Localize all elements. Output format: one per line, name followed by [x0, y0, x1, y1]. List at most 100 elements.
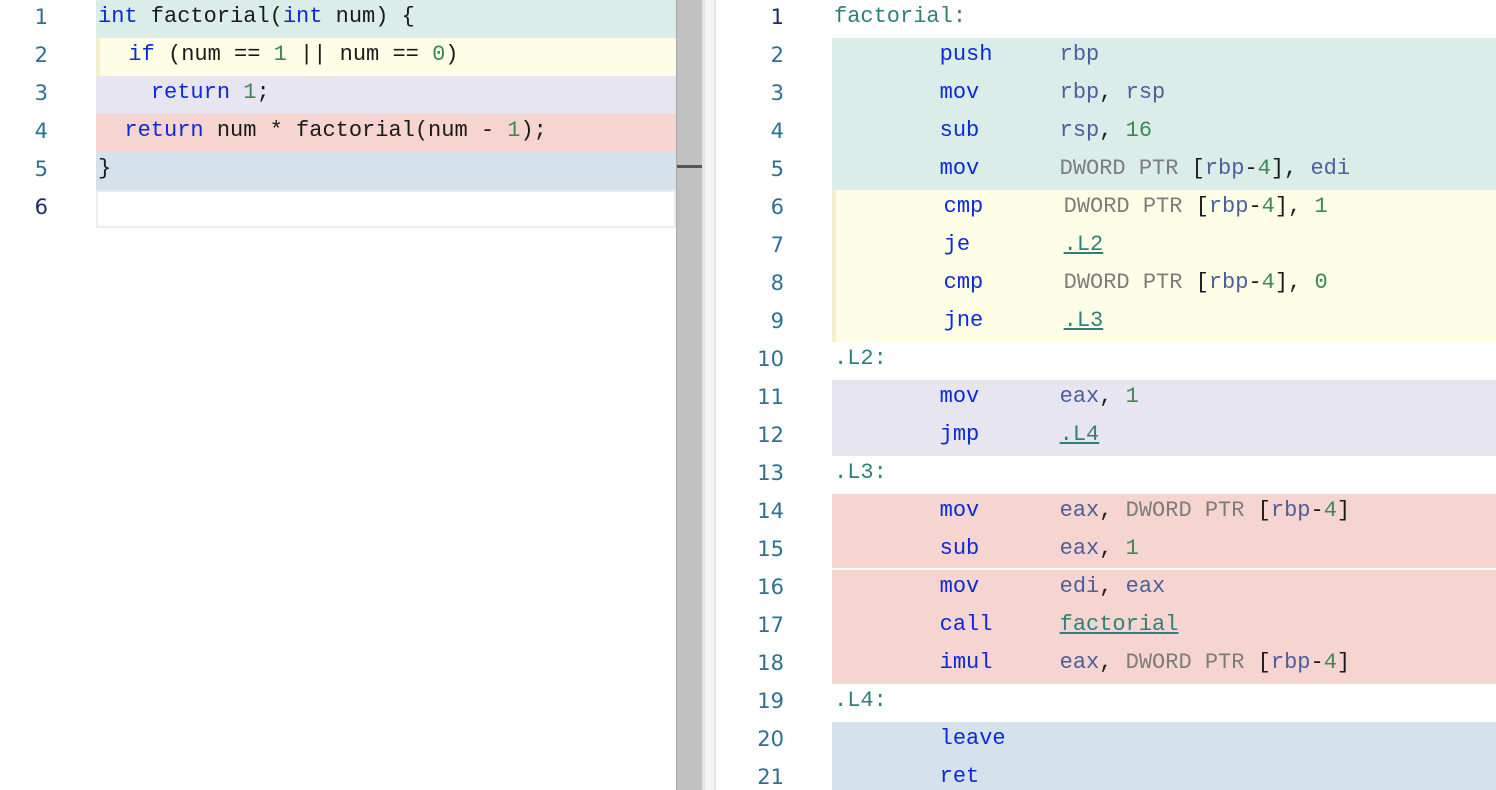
- line-number: 11: [757, 385, 784, 409]
- assembly-line: 10 .L2:: [716, 342, 1496, 380]
- assembly-line-code[interactable]: sub rsp, 16: [832, 114, 1496, 152]
- source-line-code[interactable]: if (num == 1 || num == 0): [96, 38, 676, 76]
- assembly-line: 8 cmp DWORD PTR [rbp-4], 0: [716, 266, 1496, 304]
- code-token: ,: [1099, 118, 1126, 143]
- line-number: 9: [770, 309, 784, 333]
- code-token: 16: [1125, 118, 1153, 143]
- assembly-line-code[interactable]: factorial:: [832, 0, 1496, 38]
- label-link[interactable]: factorial: [1060, 612, 1179, 637]
- line-number: 19: [757, 689, 784, 713]
- source-line-code[interactable]: [96, 190, 676, 228]
- assembly-line-code[interactable]: mov edi, eax: [832, 570, 1496, 608]
- code-token: DWORD PTR: [1125, 650, 1258, 675]
- source-line-code[interactable]: int factorial(int num) {: [96, 0, 676, 38]
- assembly-line-code[interactable]: sub eax, 1: [832, 532, 1496, 570]
- label-link[interactable]: .L3: [1064, 308, 1104, 333]
- asm-mnemonic: jmp: [939, 422, 980, 447]
- source-line-code[interactable]: return num * factorial(num - 1);: [96, 114, 676, 152]
- assembly-output-pane[interactable]: 1 factorial: 2 push rbp 3 mov rbp, rsp 4 sub rs…: [716, 0, 1496, 790]
- asm-mnemonic: jne: [943, 308, 984, 333]
- source-editor-pane[interactable]: 1 int factorial(int num) {2 if (num == 1 …: [0, 0, 676, 790]
- code-token: ],: [1274, 194, 1315, 219]
- code-token: num * factorial(num -: [203, 118, 508, 143]
- code-token: (num ==: [154, 42, 274, 67]
- line-number: 1: [770, 5, 784, 29]
- assembly-line-code[interactable]: mov eax, 1: [832, 380, 1496, 418]
- assembly-line-code[interactable]: mov rbp, rsp: [832, 76, 1496, 114]
- assembly-line-code[interactable]: .L3:: [832, 456, 1496, 494]
- code-token: 4: [1261, 270, 1275, 295]
- assembly-line-code[interactable]: jne .L3: [832, 304, 1496, 342]
- assembly-line: 5 mov DWORD PTR [rbp-4], edi: [716, 152, 1496, 190]
- assembly-line-code[interactable]: ret: [832, 760, 1496, 790]
- code-token: 1: [1125, 384, 1139, 409]
- code-token: ,: [1099, 650, 1126, 675]
- code-token: rbp: [1059, 42, 1100, 67]
- line-number: 16: [757, 575, 784, 599]
- assembly-line-code[interactable]: leave: [832, 722, 1496, 760]
- assembly-line: 21 ret: [716, 760, 1496, 790]
- assembly-line-code[interactable]: imul eax, DWORD PTR [rbp-4]: [832, 646, 1496, 684]
- asm-mnemonic: ret: [939, 764, 980, 789]
- line-number: 3: [770, 81, 784, 105]
- code-token: DWORD PTR: [1063, 270, 1196, 295]
- assembly-line-code[interactable]: .L2:: [832, 342, 1496, 380]
- code-token: return: [150, 80, 231, 105]
- assembly-line-code[interactable]: cmp DWORD PTR [rbp-4], 1: [832, 190, 1496, 228]
- code-token: rbp: [1204, 156, 1245, 181]
- assembly-line-code[interactable]: push rbp: [832, 38, 1496, 76]
- source-line: 1 int factorial(int num) {: [0, 0, 676, 38]
- code-token: -: [1248, 270, 1262, 295]
- assembly-line-code[interactable]: je .L2: [832, 228, 1496, 266]
- assembly-line: 15 sub eax, 1: [716, 532, 1496, 570]
- splitter-grip-handle[interactable]: [677, 165, 703, 168]
- assembly-line: 14 mov eax, DWORD PTR [rbp-4]: [716, 494, 1496, 532]
- code-token: [: [1257, 498, 1271, 523]
- source-line: 3 return 1;: [0, 76, 676, 114]
- assembly-line-code[interactable]: .L4:: [832, 684, 1496, 722]
- code-token: 0: [1314, 270, 1328, 295]
- code-token: ;: [256, 80, 270, 105]
- code-token: int: [98, 4, 138, 29]
- source-line-code[interactable]: return 1;: [96, 76, 676, 114]
- line-number: 14: [757, 499, 784, 523]
- code-token: factorial(: [137, 4, 283, 29]
- code-token: rbp: [1270, 498, 1311, 523]
- splitter-track: [702, 0, 716, 790]
- assembly-line: 3 mov rbp, rsp: [716, 76, 1496, 114]
- pane-splitter[interactable]: [676, 0, 703, 790]
- assembly-line: 4 sub rsp, 16: [716, 114, 1496, 152]
- code-token: 1: [273, 42, 287, 67]
- label-link[interactable]: .L2: [1064, 232, 1104, 257]
- code-token: [: [1257, 650, 1271, 675]
- assembly-line-code[interactable]: jmp .L4: [832, 418, 1496, 456]
- code-token: 0: [432, 42, 446, 67]
- code-token: ]: [1336, 650, 1351, 675]
- code-token: 1: [1314, 194, 1328, 219]
- source-line-code[interactable]: }: [96, 152, 676, 190]
- code-token: return: [124, 118, 204, 143]
- label-link[interactable]: .L4: [1060, 422, 1100, 447]
- asm-mnemonic: mov: [939, 574, 980, 599]
- asm-label: .L3:: [834, 460, 887, 485]
- asm-mnemonic: mov: [939, 156, 980, 181]
- code-token: if: [128, 42, 155, 67]
- source-line: 2 if (num == 1 || num == 0): [0, 38, 676, 76]
- line-number: 6: [770, 195, 784, 219]
- assembly-line-code[interactable]: call factorial: [832, 608, 1496, 646]
- line-number: 4: [34, 119, 48, 143]
- assembly-line-code[interactable]: cmp DWORD PTR [rbp-4], 0: [832, 266, 1496, 304]
- code-token: [: [1195, 194, 1209, 219]
- code-token: edi: [1310, 156, 1351, 181]
- code-token: 1: [1125, 536, 1139, 561]
- assembly-line-code[interactable]: mov DWORD PTR [rbp-4], edi: [832, 152, 1496, 190]
- assembly-line-code[interactable]: mov eax, DWORD PTR [rbp-4]: [832, 494, 1496, 532]
- assembly-line: 20 leave: [716, 722, 1496, 760]
- code-token: 1: [507, 118, 521, 143]
- asm-mnemonic: cmp: [943, 270, 984, 295]
- code-token: rbp: [1208, 194, 1249, 219]
- asm-mnemonic: cmp: [943, 194, 984, 219]
